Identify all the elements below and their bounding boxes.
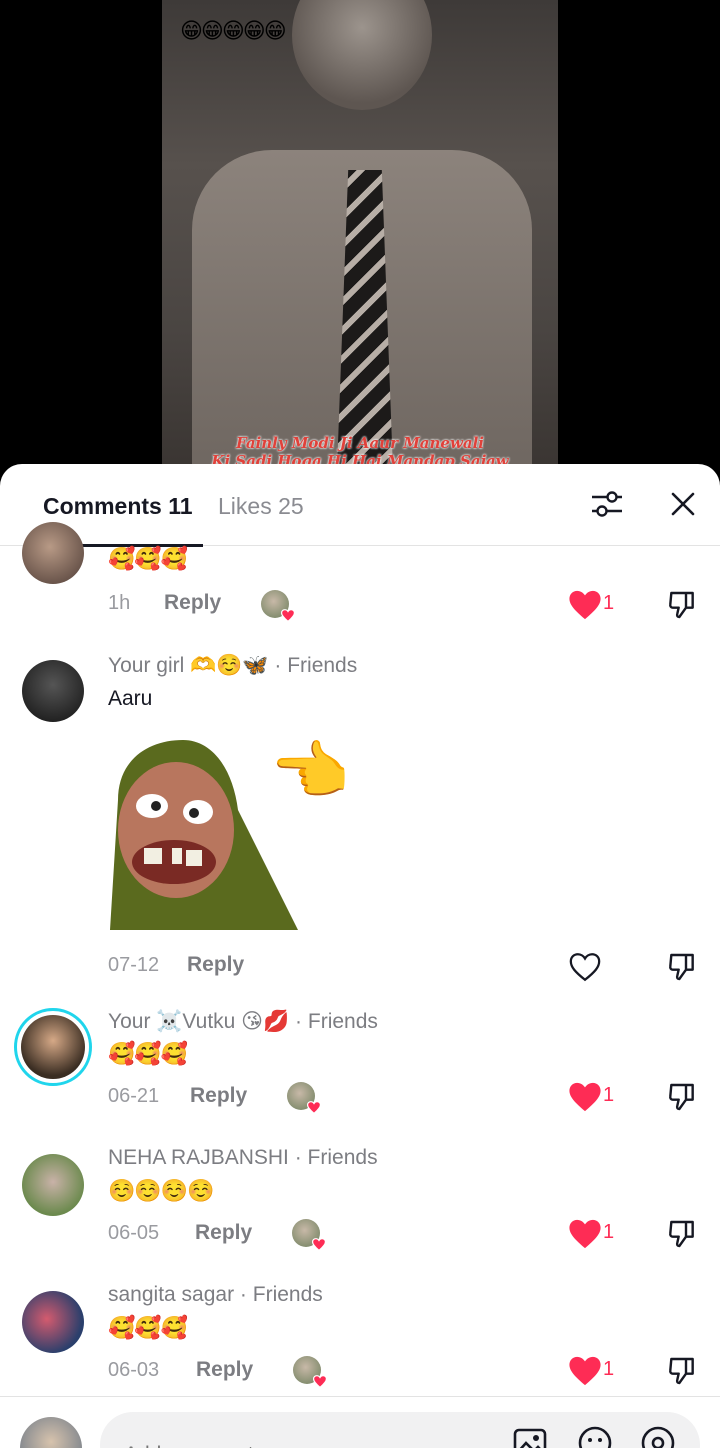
avatar[interactable]: [22, 522, 84, 584]
image-icon[interactable]: [512, 1425, 548, 1448]
reply-button[interactable]: Reply: [195, 1221, 252, 1245]
comment-username[interactable]: sangita sagar · Friends: [108, 1283, 323, 1307]
avatar[interactable]: [22, 1154, 84, 1216]
reply-button[interactable]: Reply: [187, 953, 244, 977]
heart-filled-icon[interactable]: [568, 1355, 602, 1387]
thumbs-down-icon[interactable]: [666, 1081, 698, 1113]
comment-item: sangita sagar · Friends 🥰🥰🥰 06-03 Reply …: [0, 1283, 720, 1395]
comment-date: 06-21: [108, 1085, 160, 1107]
reply-button[interactable]: Reply: [190, 1084, 247, 1108]
tab-comments[interactable]: Comments 11: [43, 492, 193, 520]
like-count: 1: [603, 1084, 615, 1106]
video-subject-face: [292, 0, 432, 110]
reply-button[interactable]: Reply: [164, 591, 221, 615]
comment-text: 🥰🥰🥰: [108, 546, 188, 571]
thumbs-down-icon[interactable]: [666, 1218, 698, 1250]
avatar-with-story-ring[interactable]: [14, 1008, 92, 1086]
emoji-icon[interactable]: [577, 1425, 613, 1448]
thumbs-down-icon[interactable]: [666, 951, 698, 983]
comment-username[interactable]: Your girl 🫶☺️🦋 · Friends: [108, 654, 357, 678]
comment-item: NEHA RAJBANSHI · Friends ☺️☺️☺️☺️ 06-05 …: [0, 1146, 720, 1266]
comment-text: Aaru: [108, 687, 153, 710]
heart-filled-icon[interactable]: [568, 589, 602, 621]
heart-icon: [312, 1238, 326, 1251]
comment-username[interactable]: Your ☠️Vutku 😘💋 · Friends: [108, 1009, 378, 1034]
heart-icon: [281, 609, 295, 622]
video-caption-line1: Fainly Modi Ji Aaur Manewali: [235, 434, 484, 452]
reply-button[interactable]: Reply: [196, 1358, 253, 1382]
comments-sheet: Comments 11 Likes 25 🥰🥰🥰 1h Reply 1 Your…: [0, 464, 720, 1448]
comment-composer: [0, 1396, 720, 1448]
video-player[interactable]: 😁😁😁😁😁 Fainly Modi Ji Aaur Manewali Ki Sa…: [0, 0, 720, 480]
current-user-avatar: [20, 1417, 82, 1448]
like-count: 1: [603, 1221, 615, 1243]
avatar-image: [21, 1015, 85, 1079]
comment-item: 🥰🥰🥰 1h Reply 1: [0, 522, 720, 654]
creator-liked-avatar: [287, 1082, 321, 1114]
like-count: 1: [603, 1358, 615, 1380]
comment-item: Your ☠️Vutku 😘💋 · Friends 🥰🥰🥰 06-21 Repl…: [0, 1008, 720, 1129]
comment-date: 06-05: [108, 1222, 160, 1244]
comment-username[interactable]: NEHA RAJBANSHI · Friends: [108, 1146, 378, 1170]
comment-date: 07-12: [108, 954, 160, 976]
mention-icon[interactable]: [640, 1425, 676, 1448]
comment-date: 06-03: [108, 1359, 160, 1381]
heart-icon: [313, 1375, 327, 1388]
thumbs-down-icon[interactable]: [666, 1355, 698, 1387]
comment-item: Your girl 🫶☺️🦋 · Friends Aaru 👈 07-12 Re…: [0, 654, 720, 991]
comment-text: 🥰🥰🥰: [108, 1041, 188, 1066]
creator-liked-avatar: [261, 590, 295, 622]
sliders-icon[interactable]: [589, 486, 625, 522]
heart-outline-icon[interactable]: [568, 951, 602, 983]
tab-likes[interactable]: Likes 25: [218, 492, 304, 520]
sheet-header: Comments 11 Likes 25: [0, 464, 720, 547]
creator-liked-avatar: [292, 1219, 326, 1251]
like-count: 1: [603, 592, 615, 614]
video-emoji-overlay: 😁😁😁😁😁: [180, 18, 287, 43]
avatar[interactable]: [22, 660, 84, 722]
avatar[interactable]: [22, 1291, 84, 1353]
comment-text: 🥰🥰🥰: [108, 1315, 188, 1340]
thumbs-down-icon[interactable]: [666, 589, 698, 621]
pointing-hand-icon: 👈: [270, 735, 350, 807]
creator-liked-avatar: [293, 1356, 327, 1388]
heart-filled-icon[interactable]: [568, 1081, 602, 1113]
close-icon[interactable]: [665, 486, 701, 522]
heart-icon: [307, 1101, 321, 1114]
video-frame[interactable]: 😁😁😁😁😁 Fainly Modi Ji Aaur Manewali Ki Sa…: [162, 0, 558, 470]
comment-date: 1h: [108, 592, 131, 614]
comment-text: ☺️☺️☺️☺️: [108, 1178, 215, 1203]
heart-filled-icon[interactable]: [568, 1218, 602, 1250]
